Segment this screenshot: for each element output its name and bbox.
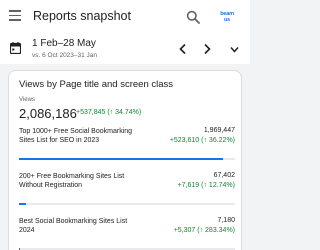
- date-range[interactable]: 1 Feb–28 May: [32, 38, 96, 49]
- more-vert-icon[interactable]: [230, 45, 239, 54]
- row-change: +5,307 (↑ 283.34%): [173, 227, 235, 234]
- row-change: +7,619 (↑ 12.74%): [177, 182, 235, 189]
- menu-icon[interactable]: [9, 10, 21, 22]
- metric-label: Views: [19, 97, 35, 103]
- calendar-icon[interactable]: [10, 42, 21, 54]
- comparison-range: vs. 6 Oct 2023–31 Jan: [32, 52, 98, 59]
- chevron-left-icon[interactable]: [178, 43, 188, 55]
- page-title: Reports snapshot: [33, 9, 131, 23]
- total-change: +537,845 (↑ 34.74%): [76, 109, 142, 116]
- row-page-title: 200+ Free Bookmarking Sites List Without…: [19, 173, 125, 189]
- row-share-bar-track: [19, 203, 235, 205]
- row-share-bar: [19, 158, 223, 160]
- row-change: +523,610 (↑ 36.22%): [169, 137, 235, 144]
- search-icon[interactable]: [186, 10, 200, 24]
- account-badge-line-2: us: [223, 17, 231, 23]
- account-avatar[interactable]: beam us: [216, 8, 238, 26]
- row-share-bar-track: [19, 158, 235, 160]
- row-views: 67,402: [213, 172, 235, 179]
- card-title: Views by Page title and screen class: [19, 79, 174, 90]
- row-views: 7,180: [217, 217, 235, 224]
- row-share-bar: [19, 203, 26, 205]
- views-by-page-card: Views by Page title and screen class Vie…: [8, 70, 242, 250]
- row-page-title: Best Social Bookmarking Sites List 2024: [19, 218, 128, 234]
- app-bar: Reports snapshot beam us: [0, 0, 250, 34]
- row-views: 1,969,447: [203, 127, 235, 134]
- chevron-right-icon[interactable]: [202, 43, 212, 55]
- date-range-bar: 1 Feb–28 May vs. 6 Oct 2023–31 Jan: [0, 34, 250, 64]
- total-views: 2,086,186: [19, 106, 77, 121]
- row-page-title: Top 1000+ Free Social Bookmarking Sites …: [19, 128, 133, 144]
